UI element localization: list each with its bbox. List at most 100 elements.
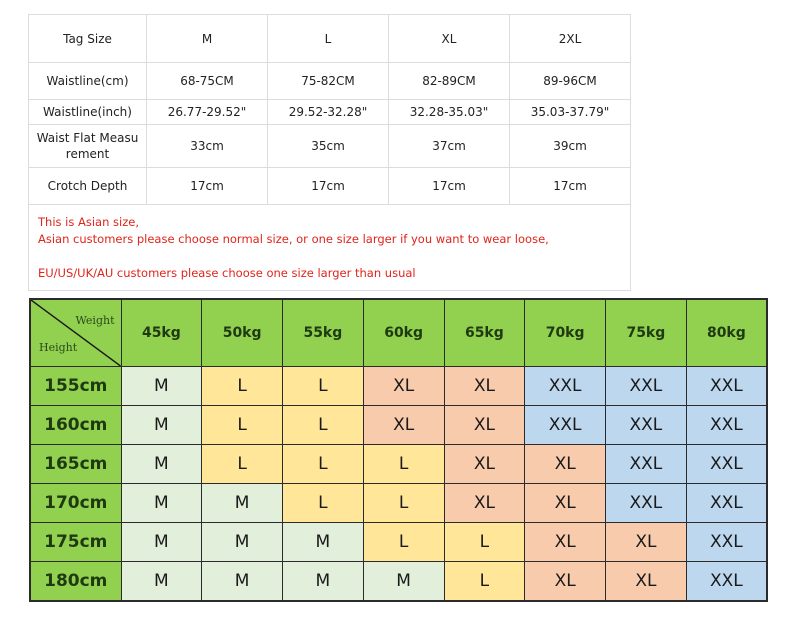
size-cell: XXL (685, 561, 768, 602)
size-cell: XL (443, 444, 526, 484)
size-notes: This is Asian size, Asian customers plea… (28, 204, 631, 291)
size-cell: M (120, 483, 203, 523)
size-cell: XXL (685, 366, 768, 406)
size-cell: L (201, 405, 283, 445)
size-cell: L (443, 561, 526, 602)
size-cell: M (282, 561, 364, 602)
note-line (38, 248, 621, 265)
weight-header: 45kg (120, 298, 203, 367)
size-cell: XXL (605, 444, 687, 484)
row-label-line: Waist Flat Measu (36, 131, 139, 145)
size-cell: L (362, 444, 445, 484)
weight-header: 75kg (605, 298, 687, 367)
table-cell: 35.03-37.79" (509, 99, 631, 125)
size-cell: XL (524, 483, 606, 523)
table-cell: 89-96CM (509, 62, 631, 100)
diagonal-divider (31, 300, 121, 366)
note-line: Asian customers please choose normal siz… (38, 232, 549, 246)
size-cell: XL (443, 405, 526, 445)
weight-header: 55kg (282, 298, 364, 367)
size-cell: M (120, 444, 203, 484)
row-label: Crotch Depth (28, 167, 147, 205)
size-header: L (267, 14, 389, 63)
size-cell: XL (362, 366, 445, 406)
size-cell: M (120, 366, 203, 406)
table-cell: 26.77-29.52" (146, 99, 268, 125)
table-cell: 35cm (267, 124, 389, 168)
weight-header: 70kg (524, 298, 606, 367)
height-row: 160cm M L L XL XL XXL XXL XXL (29, 405, 768, 445)
size-cell: XXL (605, 483, 687, 523)
table-cell: 75-82CM (267, 62, 389, 100)
weight-axis-label: Weight (75, 314, 115, 327)
size-cell: L (362, 522, 445, 562)
size-header: 2XL (509, 14, 631, 63)
table-cell: 17cm (388, 167, 510, 205)
weight-header: 60kg (362, 298, 445, 367)
height-row: 170cm M M L L XL XL XXL XXL (29, 483, 768, 523)
waistline-cm-row: Waistline(cm) 68-75CM 75-82CM 82-89CM 89… (28, 62, 631, 100)
crotch-depth-row: Crotch Depth 17cm 17cm 17cm 17cm (28, 167, 631, 205)
table-cell: 82-89CM (388, 62, 510, 100)
height-row: 165cm M L L L XL XL XXL XXL (29, 444, 768, 484)
weight-header: 50kg (201, 298, 283, 367)
weight-header: 65kg (443, 298, 526, 367)
table-cell: 17cm (146, 167, 268, 205)
height-label: 165cm (29, 444, 122, 484)
size-cell: XL (524, 522, 606, 562)
table-cell: 33cm (146, 124, 268, 168)
waistline-inch-row: Waistline(inch) 26.77-29.52" 29.52-32.28… (28, 99, 631, 125)
size-cell: L (282, 366, 364, 406)
size-cell: XXL (524, 405, 606, 445)
height-label: 170cm (29, 483, 122, 523)
size-cell: M (201, 522, 283, 562)
weight-header: 80kg (685, 298, 768, 367)
weight-height-size-chart: Weight Height 45kg 50kg 55kg 60kg 65kg 7… (29, 298, 768, 602)
note-line: EU/US/UK/AU customers please choose one … (38, 266, 416, 280)
size-cell: XL (443, 366, 526, 406)
note-line: This is Asian size, (38, 215, 139, 229)
tag-size-label: Tag Size (28, 14, 147, 63)
height-label: 160cm (29, 405, 122, 445)
height-axis-label: Height (39, 341, 78, 354)
size-cell: XXL (605, 405, 687, 445)
row-label: Waistline(inch) (28, 99, 147, 125)
row-label: Waist Flat Measu rement (28, 124, 147, 168)
size-cell: XXL (685, 405, 768, 445)
tag-size-row: Tag Size M L XL 2XL (28, 14, 631, 63)
size-cell: XL (605, 561, 687, 602)
height-row: 155cm M L L XL XL XXL XXL XXL (29, 366, 768, 406)
size-rows: 155cm M L L XL XL XXL XXL XXL 160cm M L L XL XL XXL XXL X… (29, 366, 768, 602)
size-cell: XL (605, 522, 687, 562)
size-cell: XXL (605, 366, 687, 406)
size-cell: M (201, 483, 283, 523)
size-cell: M (201, 561, 283, 602)
size-cell: L (282, 444, 364, 484)
measurement-table: Tag Size M L XL 2XL Waistline(cm) 68-75C… (28, 14, 631, 291)
table-cell: 17cm (509, 167, 631, 205)
table-cell: 39cm (509, 124, 631, 168)
size-cell: XL (524, 561, 606, 602)
size-cell: L (201, 366, 283, 406)
size-cell: M (282, 522, 364, 562)
weight-header-row: Weight Height 45kg 50kg 55kg 60kg 65kg 7… (29, 298, 768, 367)
size-cell: L (282, 483, 364, 523)
size-cell: M (362, 561, 445, 602)
size-header: XL (388, 14, 510, 63)
table-cell: 68-75CM (146, 62, 268, 100)
waist-flat-row: Waist Flat Measu rement 33cm 35cm 37cm 3… (28, 124, 631, 168)
table-cell: 17cm (267, 167, 389, 205)
notes-row: This is Asian size, Asian customers plea… (28, 204, 631, 291)
table-cell: 32.28-35.03" (388, 99, 510, 125)
size-cell: M (120, 522, 203, 562)
size-header: M (146, 14, 268, 63)
size-cell: XXL (685, 483, 768, 523)
size-cell: XXL (524, 366, 606, 406)
size-cell: L (443, 522, 526, 562)
table-cell: 37cm (388, 124, 510, 168)
size-cell: XXL (685, 444, 768, 484)
size-cell: XL (524, 444, 606, 484)
size-cell: XL (443, 483, 526, 523)
size-cell: L (362, 483, 445, 523)
height-label: 180cm (29, 561, 122, 602)
